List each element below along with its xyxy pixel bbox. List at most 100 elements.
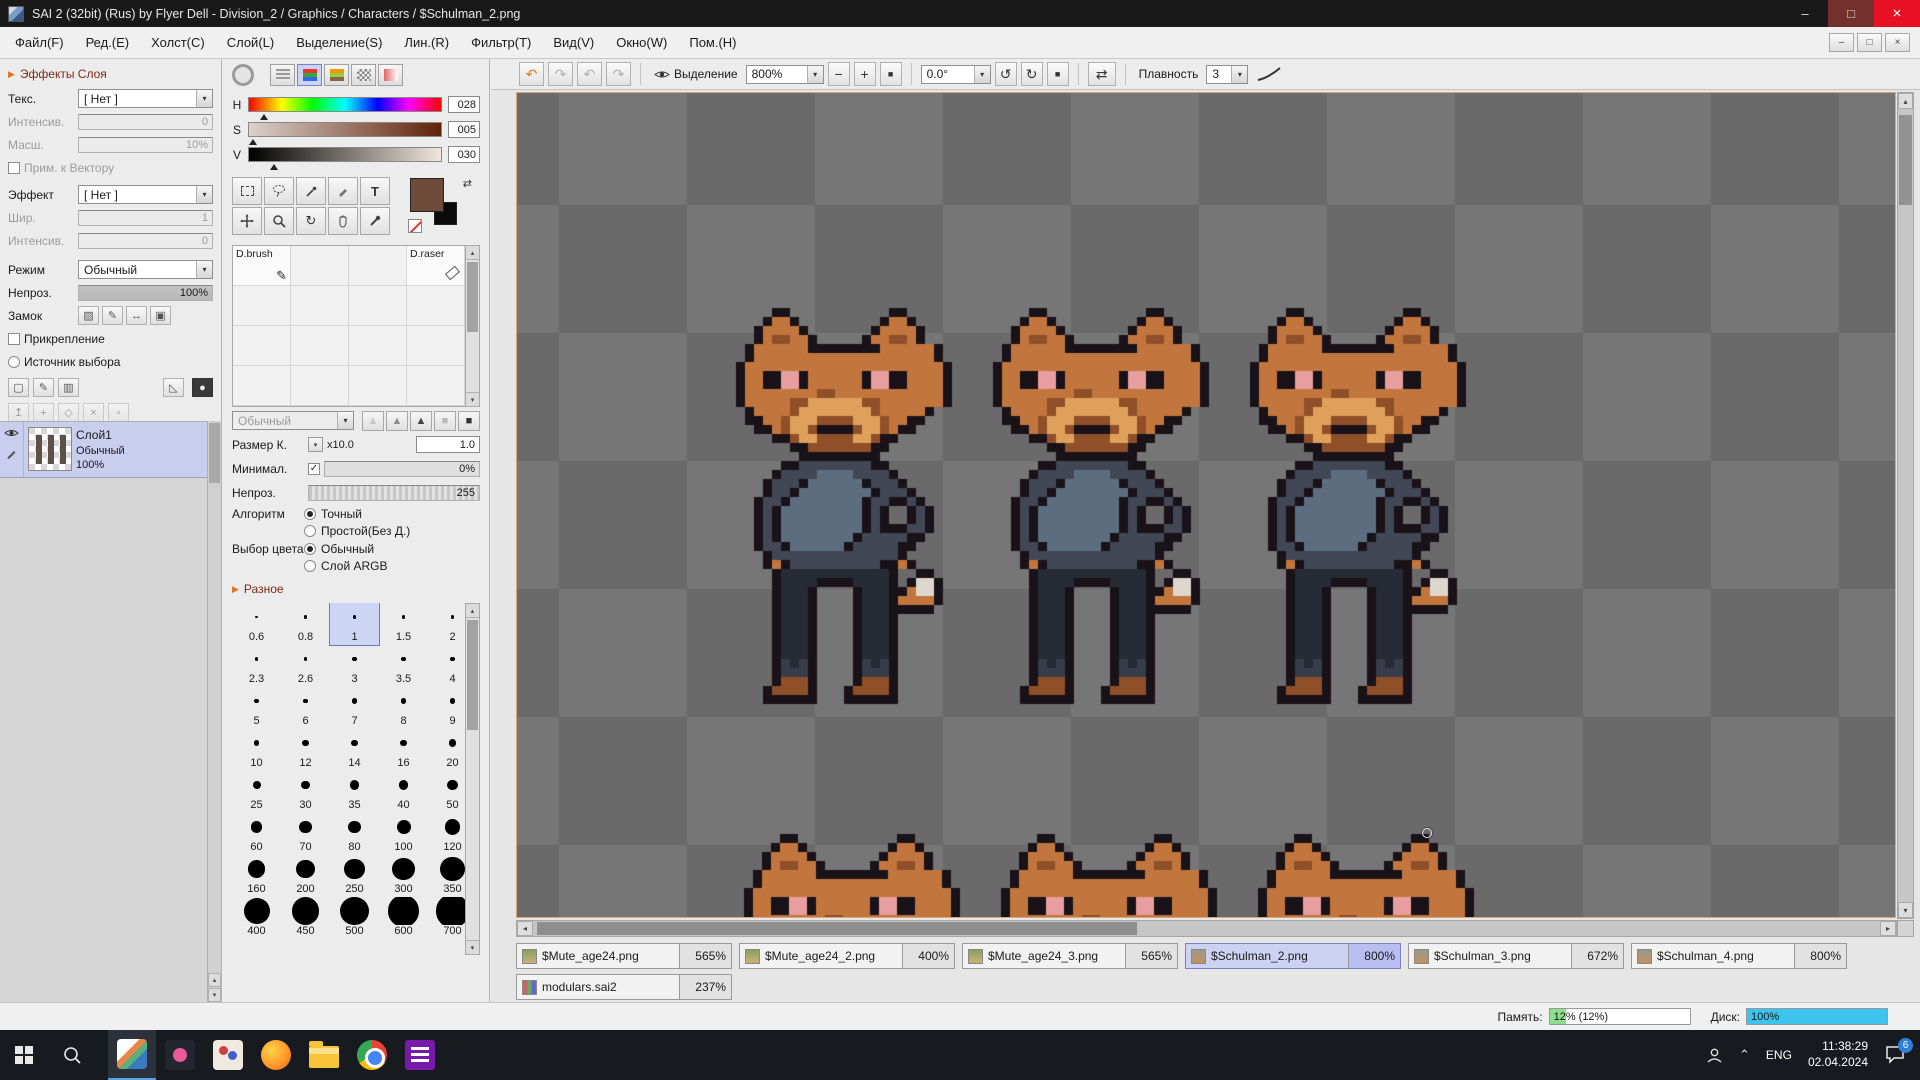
view-swatches-button[interactable] [351, 64, 376, 86]
people-icon[interactable] [1706, 1047, 1723, 1064]
layer-opacity-slider[interactable]: 100% [78, 285, 213, 301]
scroll-left-button[interactable]: ◂ [517, 921, 533, 936]
rotate-ccw-button[interactable]: ↺ [995, 62, 1017, 86]
brush-size-partial[interactable] [330, 939, 379, 955]
brush-size-100[interactable]: 100 [379, 813, 428, 855]
brush-slot[interactable] [349, 366, 407, 406]
brush-size-350[interactable]: 350 [428, 855, 465, 897]
taskbar-app-sai[interactable] [108, 1030, 156, 1080]
menu-item-Файл(F)[interactable]: Файл(F) [4, 27, 75, 58]
apply-vector-checkbox[interactable] [8, 162, 20, 174]
brush-size-value[interactable]: 1.0 [416, 436, 480, 453]
window-maximize-button[interactable]: □ [1828, 0, 1874, 27]
brush-size-2.6[interactable]: 2.6 [281, 645, 330, 687]
brush-size-8[interactable]: 8 [379, 687, 428, 729]
minimal-slider[interactable]: 0% [324, 461, 480, 477]
rotate-canvas-tool[interactable]: ↻ [296, 207, 326, 235]
saturation-marker[interactable] [249, 135, 257, 145]
layer-mode-select[interactable]: Обычный ▾ [78, 260, 213, 279]
brush-size-10[interactable]: 10 [232, 729, 281, 771]
brush-slot[interactable] [233, 326, 291, 366]
brush-size-1[interactable]: 1 [330, 603, 379, 645]
brush-size-partial[interactable] [232, 939, 281, 955]
taskbar-app-firefox[interactable] [252, 1030, 300, 1080]
zoom-tool[interactable] [264, 207, 294, 235]
undo-button[interactable]: ↶ [519, 62, 544, 86]
taskbar-app-graphics-app[interactable] [156, 1030, 204, 1080]
brush-size-400[interactable]: 400 [232, 897, 281, 939]
brush-size-16[interactable]: 16 [379, 729, 428, 771]
scroll-up-button[interactable]: ▴ [466, 604, 479, 618]
brush-slot[interactable] [291, 326, 349, 366]
clipping-checkbox[interactable] [8, 333, 20, 345]
history-forward-button[interactable]: ↷ [606, 62, 631, 86]
effects-section-header[interactable]: ▶ Эффекты Слоя [8, 67, 213, 81]
doc-tab-$Mute_age24.png[interactable]: $Mute_age24.png565% [516, 943, 732, 969]
menu-item-Слой(L)[interactable]: Слой(L) [216, 27, 286, 58]
scroll-down-button[interactable]: ▾ [208, 988, 221, 1002]
brush-size-9[interactable]: 9 [428, 687, 465, 729]
color-wheel-icon[interactable] [232, 64, 254, 86]
hand-tool[interactable] [328, 207, 358, 235]
scrollbar-thumb[interactable] [467, 262, 478, 332]
color-pick-option-argb[interactable]: Слой ARGB [304, 559, 388, 573]
tip-shape-hard-button[interactable]: ▲ [410, 411, 432, 431]
scroll-down-button[interactable]: ▾ [466, 392, 479, 406]
text-tool[interactable]: T [360, 177, 390, 205]
scroll-down-button[interactable]: ▾ [1898, 902, 1913, 918]
value-value[interactable]: 030 [448, 146, 480, 163]
brush-size-60[interactable]: 60 [232, 813, 281, 855]
brush-size-partial[interactable] [281, 939, 330, 955]
brush-slot[interactable] [407, 326, 465, 366]
brush-size-35[interactable]: 35 [330, 771, 379, 813]
effect-width-slider[interactable]: 1 [78, 210, 213, 226]
brush-size-14[interactable]: 14 [330, 729, 379, 771]
tray-expand-icon[interactable]: ⌃ [1739, 1047, 1750, 1063]
rect-select-tool[interactable] [232, 177, 262, 205]
brush-slot[interactable] [291, 366, 349, 406]
brush-slot[interactable] [233, 286, 291, 326]
texture-select[interactable]: [ Нет ] ▾ [78, 89, 213, 108]
history-back-button[interactable]: ↶ [577, 62, 602, 86]
doc-tab-modulars.sai2[interactable]: modulars.sai2237% [516, 974, 732, 1000]
misc-section-header[interactable]: ▶ Разное [232, 582, 480, 596]
doc-tab-$Mute_age24_3.png[interactable]: $Mute_age24_3.png565% [962, 943, 1178, 969]
brush-size-4[interactable]: 4 [428, 645, 465, 687]
brush-slot[interactable] [407, 366, 465, 406]
brush-slot[interactable] [291, 286, 349, 326]
layer-tool-button[interactable]: ◺ [163, 378, 184, 397]
taskbar-app-chrome[interactable] [348, 1030, 396, 1080]
menu-item-Ред.(E)[interactable]: Ред.(E) [75, 27, 141, 58]
canvas-viewport[interactable] [516, 92, 1896, 918]
brush-size-200[interactable]: 200 [281, 855, 330, 897]
brush-size-partial[interactable] [379, 939, 428, 955]
brush-size-500[interactable]: 500 [330, 897, 379, 939]
canvas-horizontal-scrollbar[interactable]: ◂ ▸ [516, 920, 1897, 937]
scrollbar-thumb[interactable] [1899, 115, 1912, 205]
menu-item-Пом.(H)[interactable]: Пом.(H) [678, 27, 747, 58]
tip-shape-flat-button[interactable]: ■ [434, 411, 456, 431]
brush-slot-draser[interactable]: D.raser [407, 246, 465, 286]
zoom-out-button[interactable]: − [828, 62, 850, 86]
view-hsv-sliders-button[interactable] [324, 64, 349, 86]
brush-size-0.8[interactable]: 0.8 [281, 603, 330, 645]
doc-tab-$Mute_age24_2.png[interactable]: $Mute_age24_2.png400% [739, 943, 955, 969]
brush-slot[interactable] [349, 246, 407, 286]
layer-row-selected[interactable]: Слой1 Обычный 100% [0, 422, 207, 478]
brush-shelf-scrollbar[interactable]: ▴ ▾ [465, 245, 480, 407]
brush-size-300[interactable]: 300 [379, 855, 428, 897]
notification-center-button[interactable]: 6 [1884, 1044, 1906, 1067]
taskbar-clock[interactable]: 11:38:29 02.04.2024 [1808, 1039, 1868, 1070]
brush-size-1.5[interactable]: 1.5 [379, 603, 428, 645]
brush-slot[interactable] [349, 286, 407, 326]
doc-tab-$Schulman_3.png[interactable]: $Schulman_3.png672% [1408, 943, 1624, 969]
taskbar-app-onenote[interactable] [396, 1030, 444, 1080]
eyedropper-tool[interactable] [360, 207, 390, 235]
texture-intensity-slider[interactable]: 0 [78, 114, 213, 130]
brush-size-3[interactable]: 3 [330, 645, 379, 687]
brush-size-70[interactable]: 70 [281, 813, 330, 855]
rotate-cw-button[interactable]: ↻ [1021, 62, 1043, 86]
brush-size-0.6[interactable]: 0.6 [232, 603, 281, 645]
brush-blend-select[interactable]: Обычный ▾ [232, 411, 354, 430]
brush-size-160[interactable]: 160 [232, 855, 281, 897]
